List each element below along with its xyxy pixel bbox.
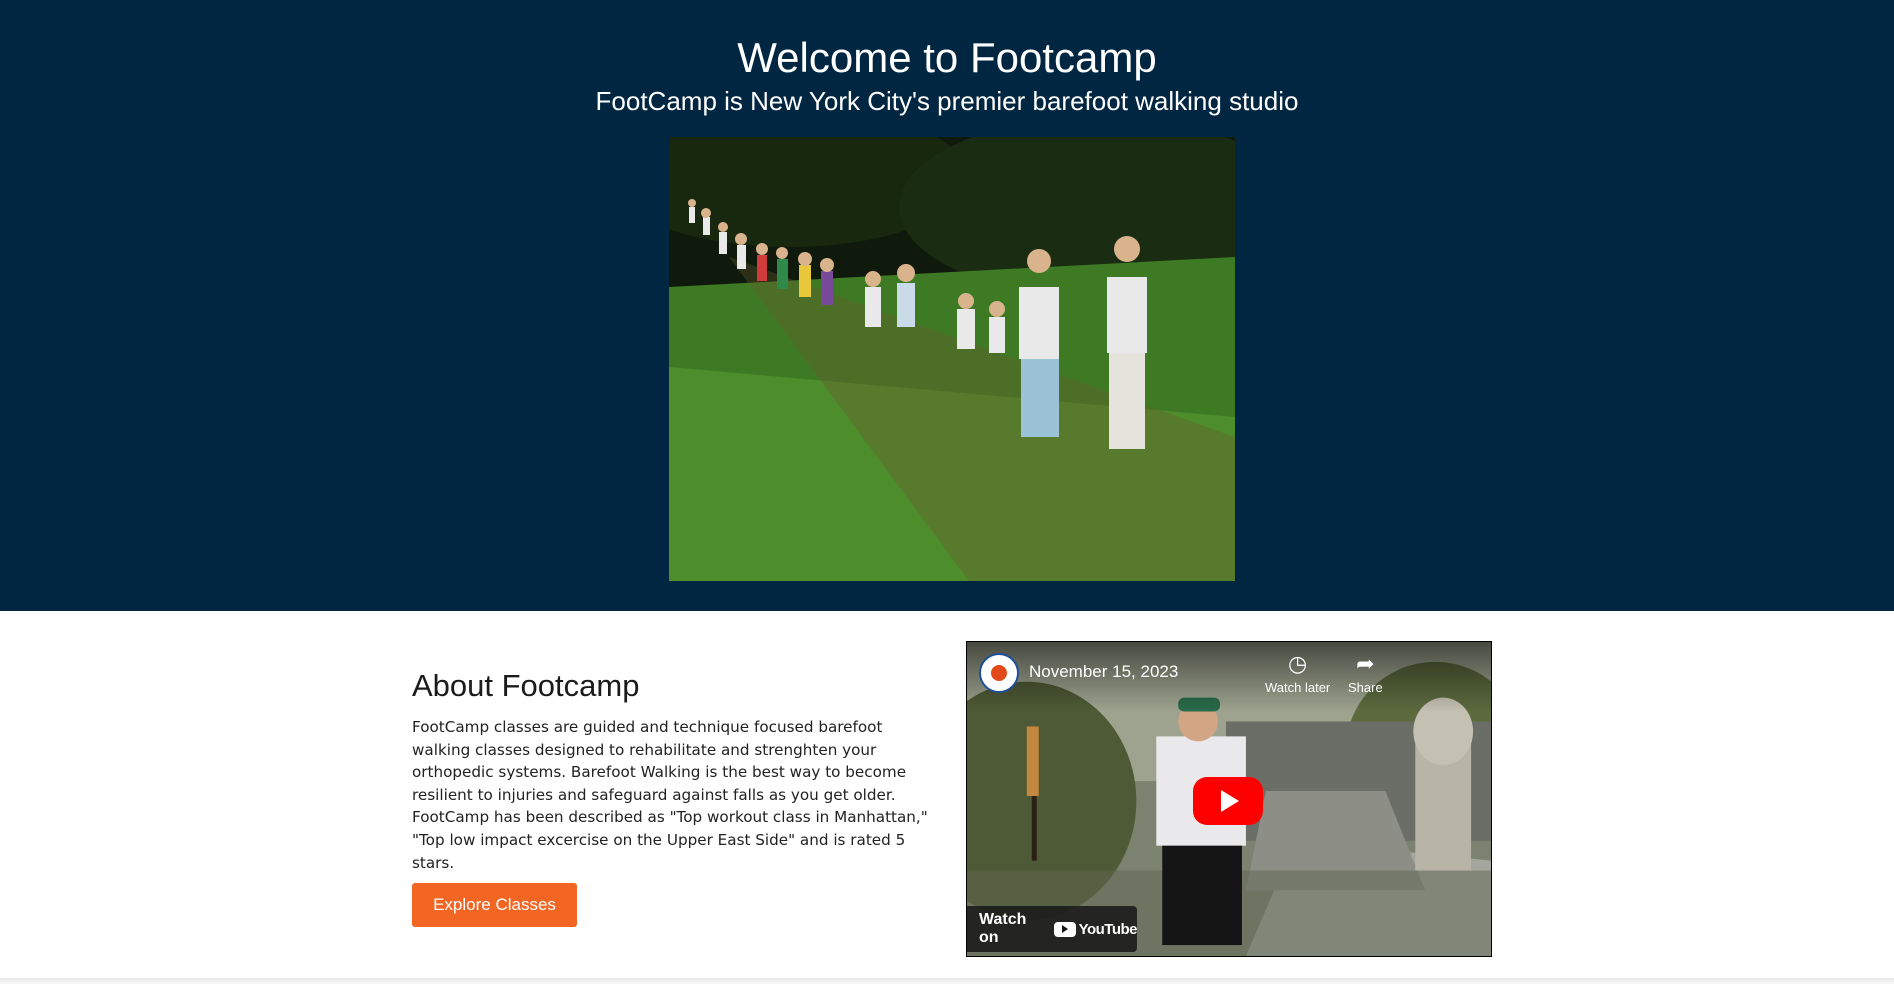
youtube-logo-icon: YouTube: [1053, 920, 1138, 938]
watch-later-label: Watch later: [1265, 680, 1331, 695]
play-button[interactable]: [1193, 777, 1263, 825]
share-label: Share: [1348, 680, 1383, 695]
watch-on-youtube-button[interactable]: Watch on YouTube: [967, 906, 1138, 952]
about-heading: About Footcamp: [412, 668, 640, 703]
youtube-wordmark: YouTube: [1078, 920, 1138, 938]
share-icon: ➦: [1356, 651, 1375, 676]
about-body: FootCamp classes are guided and techniqu…: [412, 718, 928, 872]
hero-subtitle: FootCamp is New York City's premier bare…: [595, 86, 1299, 116]
play-icon: [1221, 790, 1239, 812]
video-title[interactable]: November 15, 2023: [1029, 662, 1178, 682]
youtube-embed[interactable]: November 15, 2023 ◷ Watch later ➦ Share …: [966, 641, 1492, 957]
page-title: Welcome to Footcamp: [737, 34, 1157, 81]
hero-section: Welcome to Footcamp FootCamp is New York…: [0, 0, 1894, 611]
watch-on-label: Watch on: [979, 911, 1027, 946]
about-section: About Footcamp FootCamp classes are guid…: [412, 668, 942, 874]
share-button[interactable]: ➦ Share: [1348, 651, 1383, 696]
hero-photo: [669, 137, 1235, 581]
clock-icon: ◷: [1288, 651, 1308, 676]
watch-later-button[interactable]: ◷ Watch later: [1265, 651, 1331, 696]
section-divider: [0, 978, 1894, 984]
explore-classes-button[interactable]: Explore Classes: [412, 883, 577, 927]
channel-logo-icon[interactable]: [979, 653, 1019, 693]
